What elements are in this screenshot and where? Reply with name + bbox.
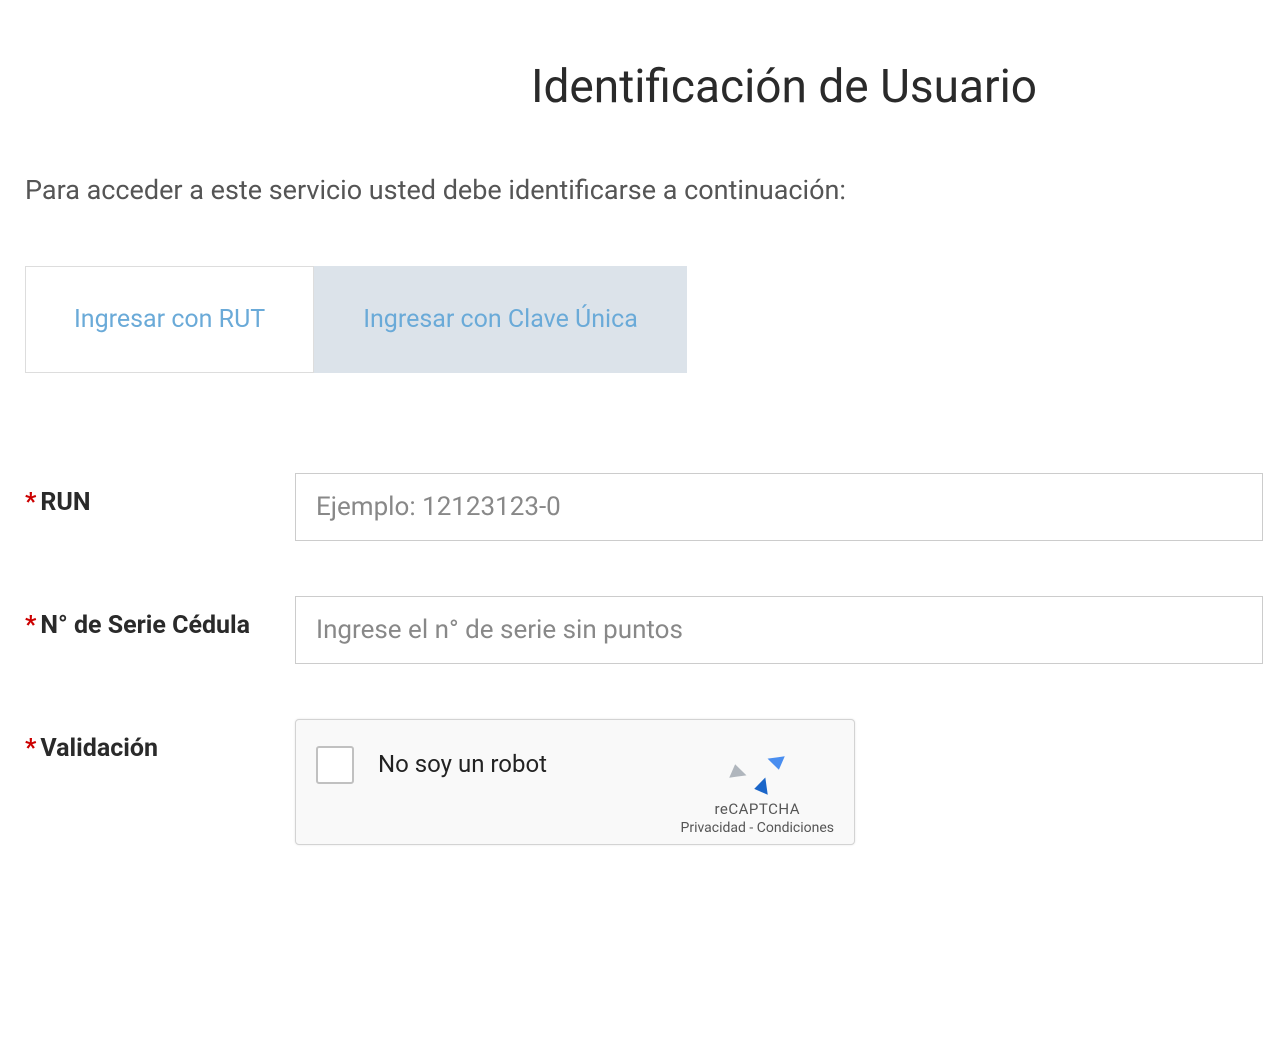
recaptcha-logo-icon [728,738,786,796]
recaptcha-widget: No soy un robot reCAPTCHA Privacidad - C… [295,719,855,845]
required-marker: * [25,734,36,763]
page-title: Identificación de Usuario [25,60,1263,114]
required-marker: * [25,611,36,640]
tab-ingresar-rut[interactable]: Ingresar con RUT [25,266,314,373]
recaptcha-checkbox[interactable] [316,746,354,784]
recaptcha-separator: - [746,820,757,836]
tab-ingresar-clave-unica[interactable]: Ingresar con Clave Única [314,266,687,373]
validacion-label-text: Validación [40,734,158,763]
recaptcha-links: Privacidad - Condiciones [681,820,834,836]
recaptcha-terms-link[interactable]: Condiciones [757,820,834,836]
form-row-validacion: *Validación No soy un robot reCAPTCHA Pr… [25,719,1263,845]
required-marker: * [25,488,36,517]
recaptcha-brand-text: reCAPTCHA [714,800,800,818]
run-label-text: RUN [40,488,90,517]
form-row-run: *RUN [25,473,1263,541]
recaptcha-text: No soy un robot [378,738,661,778]
recaptcha-privacy-link[interactable]: Privacidad [681,820,746,836]
recaptcha-branding: reCAPTCHA Privacidad - Condiciones [681,738,834,836]
run-input[interactable] [295,473,1263,541]
serie-label: *N° de Serie Cédula [25,596,295,643]
tabs-container: Ingresar con RUT Ingresar con Clave Únic… [25,266,1263,373]
serie-input[interactable] [295,596,1263,664]
intro-text: Para acceder a este servicio usted debe … [25,174,1263,206]
run-label: *RUN [25,473,295,520]
form-row-serie: *N° de Serie Cédula [25,596,1263,664]
validacion-label: *Validación [25,719,295,766]
serie-label-text: N° de Serie Cédula [40,611,250,640]
